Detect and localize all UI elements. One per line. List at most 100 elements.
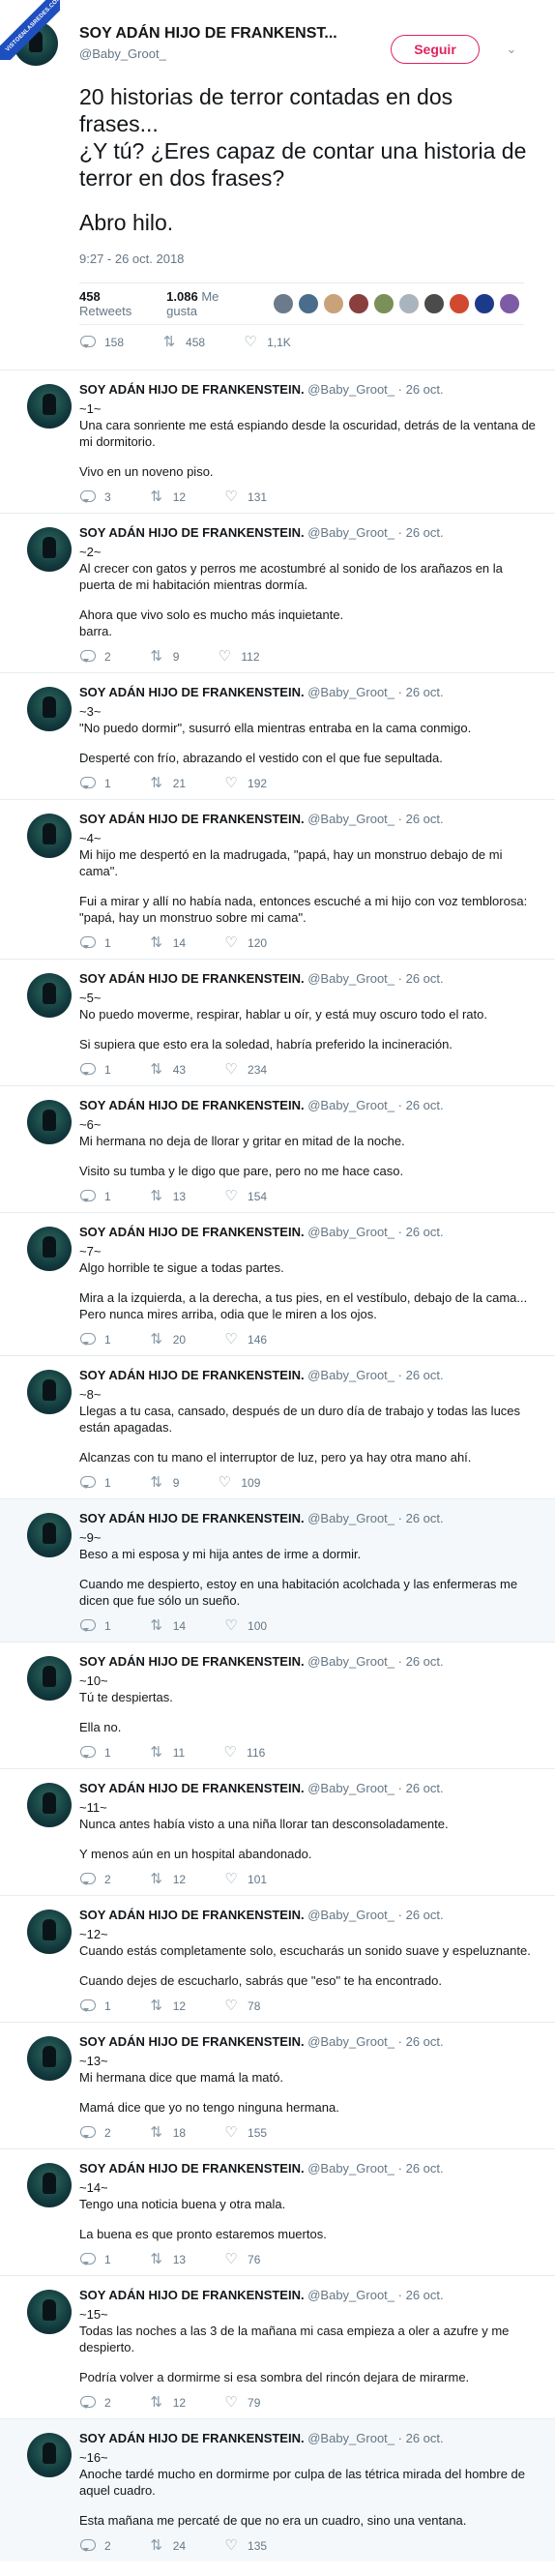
author-handle[interactable]: @Baby_Groot_	[307, 2288, 394, 2302]
retweet-button[interactable]: ⇅ 9	[148, 649, 179, 665]
reply-date[interactable]: 26 oct.	[406, 2431, 444, 2445]
author-name[interactable]: SOY ADÁN HIJO DE FRANKENSTEIN.	[79, 2034, 305, 2049]
retweet-button[interactable]: ⇅ 18	[148, 2125, 186, 2141]
author-handle[interactable]: @Baby_Groot_	[307, 1781, 394, 1795]
reply-button[interactable]: 2	[79, 2538, 111, 2554]
reply-button[interactable]: 1	[79, 1745, 111, 1761]
reply-tweet[interactable]: SOY ADÁN HIJO DE FRANKENSTEIN. @Baby_Gro…	[0, 2418, 555, 2561]
retweet-button[interactable]: ⇅ 14	[148, 935, 186, 951]
author-handle[interactable]: @Baby_Groot_	[307, 2431, 394, 2445]
tweet-timestamp[interactable]: 9:27 - 26 oct. 2018	[79, 252, 184, 266]
reply-button[interactable]: 1	[79, 1189, 111, 1204]
like-button[interactable]: ♡ 101	[222, 1872, 267, 1887]
author-name[interactable]: SOY ADÁN HIJO DE FRANKENSTEIN.	[79, 1654, 305, 1669]
author-name[interactable]: SOY ADÁN HIJO DE FRANKENSTEIN.	[79, 812, 305, 826]
author-handle[interactable]: @Baby_Groot_	[307, 1368, 394, 1382]
like-button[interactable]: ♡ 154	[222, 1189, 267, 1204]
reply-date[interactable]: 26 oct.	[406, 1098, 444, 1112]
like-button[interactable]: ♡ 109	[216, 1475, 261, 1491]
author-name[interactable]: SOY ADÁN HIJO DE FRANKENST...	[79, 25, 337, 43]
reply-tweet[interactable]: SOY ADÁN HIJO DE FRANKENSTEIN. @Baby_Gro…	[0, 1642, 555, 1768]
reply-date[interactable]: 26 oct.	[406, 2034, 444, 2049]
reply-date[interactable]: 26 oct.	[406, 1908, 444, 1922]
like-button[interactable]: ♡ 146	[222, 1332, 267, 1347]
author-name[interactable]: SOY ADÁN HIJO DE FRANKENSTEIN.	[79, 971, 305, 986]
like-button[interactable]: ♡ 112	[216, 649, 260, 665]
avatar[interactable]	[27, 973, 72, 1018]
author-name[interactable]: SOY ADÁN HIJO DE FRANKENSTEIN.	[79, 1511, 305, 1525]
avatar[interactable]	[27, 814, 72, 858]
author-name[interactable]: SOY ADÁN HIJO DE FRANKENSTEIN.	[79, 525, 305, 540]
like-button[interactable]: ♡ 76	[222, 2252, 260, 2267]
avatar[interactable]	[27, 527, 72, 572]
author-handle[interactable]: @Baby_Groot_	[307, 525, 394, 540]
author-handle[interactable]: @Baby_Groot_	[307, 812, 394, 826]
reply-button[interactable]: 1	[79, 776, 111, 791]
retweets-stat[interactable]: 458 Retweets	[79, 289, 153, 318]
like-button[interactable]: ♡ 120	[222, 935, 267, 951]
retweet-button[interactable]: ⇅ 20	[148, 1332, 186, 1347]
avatar[interactable]	[27, 2163, 72, 2207]
liker-avatar[interactable]	[398, 293, 420, 314]
reply-tweet[interactable]: SOY ADÁN HIJO DE FRANKENSTEIN. @Baby_Gro…	[0, 1355, 555, 1498]
reply-button[interactable]: 1	[79, 1332, 111, 1347]
reply-button[interactable]: 1	[79, 1062, 111, 1078]
reply-button[interactable]: 3	[79, 489, 111, 505]
avatar[interactable]	[27, 2036, 72, 2081]
reply-date[interactable]: 26 oct.	[406, 1225, 444, 1239]
retweet-button[interactable]: ⇅ 43	[148, 1062, 186, 1078]
reply-tweet[interactable]: SOY ADÁN HIJO DE FRANKENSTEIN. @Baby_Gro…	[0, 2148, 555, 2275]
like-button[interactable]: ♡ 192	[222, 776, 267, 791]
reply-date[interactable]: 26 oct.	[406, 525, 444, 540]
liker-avatar[interactable]	[424, 293, 445, 314]
author-handle[interactable]: @Baby_Groot_	[307, 1225, 394, 1239]
liker-avatar[interactable]	[499, 293, 520, 314]
author-handle[interactable]: @Baby_Groot_	[307, 685, 394, 699]
reply-date[interactable]: 26 oct.	[406, 1654, 444, 1669]
liker-avatar[interactable]	[323, 293, 344, 314]
author-handle[interactable]: @Baby_Groot_	[307, 1908, 394, 1922]
retweet-button[interactable]: ⇅ 21	[148, 776, 186, 791]
reply-tweet[interactable]: SOY ADÁN HIJO DE FRANKENSTEIN. @Baby_Gro…	[0, 2022, 555, 2148]
liker-avatar[interactable]	[373, 293, 394, 314]
author-name[interactable]: SOY ADÁN HIJO DE FRANKENSTEIN.	[79, 1781, 305, 1795]
reply-button[interactable]: 158	[79, 335, 124, 350]
like-button[interactable]: ♡ 131	[222, 489, 267, 505]
reply-date[interactable]: 26 oct.	[406, 382, 444, 397]
liker-avatar[interactable]	[273, 293, 294, 314]
reply-date[interactable]: 26 oct.	[406, 812, 444, 826]
author-name[interactable]: SOY ADÁN HIJO DE FRANKENSTEIN.	[79, 1098, 305, 1112]
avatar[interactable]	[27, 687, 72, 731]
author-handle[interactable]: @Baby_Groot_	[307, 1654, 394, 1669]
like-button[interactable]: ♡ 155	[222, 2125, 267, 2141]
liker-avatar[interactable]	[348, 293, 369, 314]
retweet-button[interactable]: ⇅ 458	[161, 335, 205, 350]
retweet-button[interactable]: ⇅ 13	[148, 2252, 186, 2267]
reply-tweet[interactable]: SOY ADÁN HIJO DE FRANKENSTEIN. @Baby_Gro…	[0, 1768, 555, 1895]
reply-tweet[interactable]: SOY ADÁN HIJO DE FRANKENSTEIN. @Baby_Gro…	[0, 799, 555, 959]
reply-date[interactable]: 26 oct.	[406, 1368, 444, 1382]
reply-tweet[interactable]: SOY ADÁN HIJO DE FRANKENSTEIN. @Baby_Gro…	[0, 1212, 555, 1355]
reply-date[interactable]: 26 oct.	[406, 2161, 444, 2176]
likes-stat[interactable]: 1.086 Me gusta	[166, 289, 249, 318]
reply-button[interactable]: 1	[79, 1475, 111, 1491]
retweet-button[interactable]: ⇅ 12	[148, 2395, 186, 2411]
author-handle[interactable]: @Baby_Groot_	[307, 2161, 394, 2176]
retweet-button[interactable]: ⇅ 9	[148, 1475, 179, 1491]
author-name[interactable]: SOY ADÁN HIJO DE FRANKENSTEIN.	[79, 382, 305, 397]
reply-button[interactable]: 1	[79, 1618, 111, 1634]
reply-date[interactable]: 26 oct.	[406, 2288, 444, 2302]
author-name[interactable]: SOY ADÁN HIJO DE FRANKENSTEIN.	[79, 1225, 305, 1239]
like-button[interactable]: ♡ 100	[222, 1618, 267, 1634]
reply-date[interactable]: 26 oct.	[406, 971, 444, 986]
follow-button[interactable]: Seguir	[391, 35, 480, 64]
like-button[interactable]: ♡ 234	[222, 1062, 267, 1078]
like-button[interactable]: ♡ 1,1K	[242, 335, 290, 350]
reply-tweet[interactable]: SOY ADÁN HIJO DE FRANKENSTEIN. @Baby_Gro…	[0, 672, 555, 799]
author-name[interactable]: SOY ADÁN HIJO DE FRANKENSTEIN.	[79, 2161, 305, 2176]
author-name[interactable]: SOY ADÁN HIJO DE FRANKENSTEIN.	[79, 1368, 305, 1382]
retweet-button[interactable]: ⇅ 13	[148, 1189, 186, 1204]
reply-button[interactable]: 1	[79, 2252, 111, 2267]
reply-tweet[interactable]: SOY ADÁN HIJO DE FRANKENSTEIN. @Baby_Gro…	[0, 513, 555, 672]
reply-tweet[interactable]: SOY ADÁN HIJO DE FRANKENSTEIN. @Baby_Gro…	[0, 959, 555, 1085]
